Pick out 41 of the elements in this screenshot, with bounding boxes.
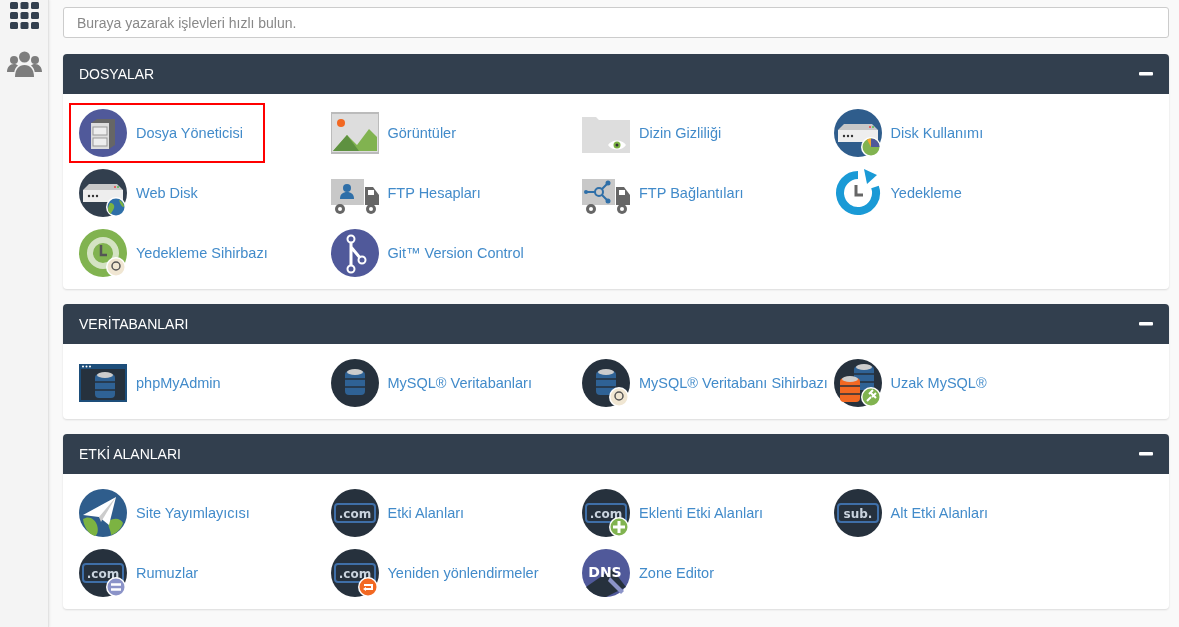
branch-icon bbox=[330, 229, 379, 277]
tool-link[interactable]: .com Yeniden yönlendirmeler bbox=[320, 543, 543, 603]
panel-title: ETKİ ALANLARI bbox=[79, 446, 181, 462]
server-pie-icon bbox=[833, 109, 882, 157]
tool-link[interactable]: .com Rumuzlar bbox=[69, 543, 203, 603]
domain-icon: .com bbox=[79, 549, 127, 597]
tool-link[interactable]: Görüntüler bbox=[320, 103, 460, 163]
database-icon bbox=[330, 359, 379, 407]
paper-plane-globe-icon bbox=[79, 489, 127, 537]
tool-link[interactable]: Yedekleme bbox=[823, 163, 966, 223]
panel-title: VERİTABANLARI bbox=[79, 316, 189, 332]
tool-link[interactable]: Dizin Gizliliği bbox=[572, 103, 726, 163]
subdomain-icon: sub. bbox=[833, 489, 882, 537]
tool-link[interactable]: Dosya Yöneticisi bbox=[69, 103, 265, 163]
domain-plus-icon: .com bbox=[582, 489, 630, 537]
tool-link[interactable]: DNS Zone Editor bbox=[572, 543, 718, 603]
tool-link[interactable]: Site Yayımlayıcısı bbox=[69, 483, 254, 543]
tool-link[interactable]: Yedekleme Sihirbazı bbox=[69, 223, 272, 283]
search-field[interactable]: Buraya yazarak işlevleri hızlı bulun. bbox=[63, 7, 1169, 38]
tool-link[interactable]: .com Etki Alanları bbox=[320, 483, 469, 543]
users-icon[interactable] bbox=[6, 51, 42, 77]
tool-link[interactable]: sub. Alt Etki Alanları bbox=[823, 483, 992, 543]
server-globe-icon bbox=[79, 169, 127, 217]
database-plug-icon bbox=[833, 359, 882, 407]
dns-icon: DNS bbox=[582, 549, 630, 597]
database-icon bbox=[582, 359, 630, 407]
tool-link[interactable]: Web Disk bbox=[69, 163, 202, 223]
tool-link[interactable]: FTP Hesapları bbox=[320, 163, 485, 223]
panel-title: DOSYALAR bbox=[79, 66, 155, 82]
clock-arrow-icon bbox=[833, 169, 882, 217]
tool-link[interactable]: Disk Kullanımı bbox=[823, 103, 988, 163]
tool-link[interactable]: MySQL® Veritabanları bbox=[320, 353, 536, 413]
picture-icon bbox=[330, 109, 379, 157]
grid-menu-icon[interactable] bbox=[9, 2, 39, 29]
tool-link[interactable]: MySQL® Veritabanı Sihirbazı bbox=[572, 353, 832, 413]
tool-link[interactable]: phpMyAdmin bbox=[69, 353, 225, 413]
tool-link[interactable]: .com Eklenti Etki Alanları bbox=[572, 483, 768, 543]
cabinet-icon bbox=[79, 109, 127, 157]
tool-link[interactable]: Git™ Version Control bbox=[320, 223, 528, 283]
domain-icon: .com bbox=[330, 489, 379, 537]
tool-link[interactable]: FTP Bağlantıları bbox=[572, 163, 748, 223]
